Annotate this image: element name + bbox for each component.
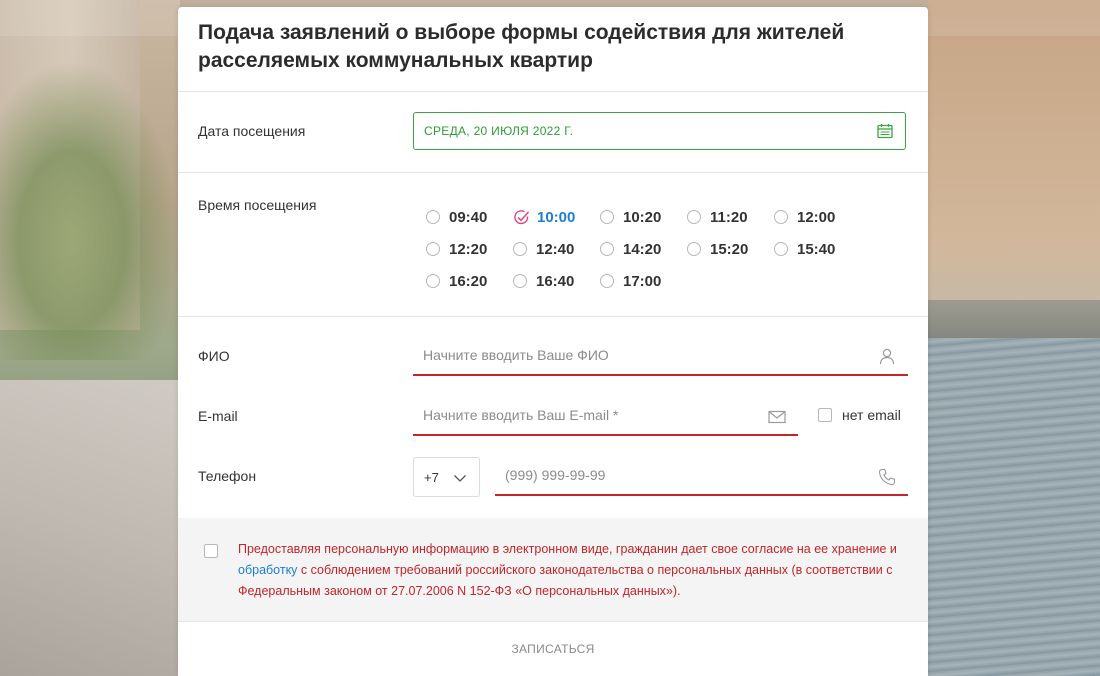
fio-input[interactable] — [413, 336, 908, 376]
time-radio[interactable] — [426, 274, 440, 288]
time-slot-label: 16:40 — [536, 272, 575, 290]
time-slot-label: 16:20 — [449, 272, 488, 290]
time-radio[interactable] — [600, 210, 614, 224]
time-slot-label: 14:20 — [623, 240, 662, 258]
time-radio[interactable] — [774, 242, 788, 256]
time-radio[interactable] — [513, 274, 527, 288]
time-radio[interactable] — [687, 242, 701, 256]
time-radio[interactable] — [600, 242, 614, 256]
consent-text-end: с соблюдением требований российского зак… — [238, 563, 893, 598]
consent-section: Предоставляя персональную информацию в э… — [178, 518, 928, 621]
time-slot[interactable]: 17:00 — [600, 271, 661, 291]
processing-link[interactable]: обработку — [238, 563, 297, 577]
phone-label: Телефон — [198, 468, 257, 484]
date-label: Дата посещения — [198, 123, 306, 139]
time-slot-label: 12:20 — [449, 240, 488, 258]
time-slot[interactable]: 10:00 — [513, 207, 575, 227]
time-slot-label: 11:20 — [710, 208, 748, 226]
no-email-checkbox[interactable] — [818, 408, 832, 422]
time-slot[interactable]: 12:40 — [513, 239, 574, 259]
time-slot[interactable]: 12:00 — [774, 207, 835, 227]
time-slot[interactable]: 15:40 — [774, 239, 835, 259]
time-radio[interactable] — [774, 210, 788, 224]
time-radio[interactable] — [426, 242, 440, 256]
calendar-icon[interactable] — [877, 123, 893, 139]
form-title: Подача заявлений о выборе формы содейств… — [198, 21, 845, 72]
user-icon — [879, 348, 895, 365]
time-slot[interactable]: 16:20 — [426, 271, 487, 291]
time-radio[interactable] — [687, 210, 701, 224]
fio-label: ФИО — [198, 348, 230, 364]
background-trees — [0, 60, 180, 360]
time-slot[interactable]: 11:20 — [687, 207, 748, 227]
time-slot[interactable]: 15:20 — [687, 239, 748, 259]
no-email-label: нет email — [842, 407, 901, 423]
time-slot[interactable]: 10:20 — [600, 207, 661, 227]
background-left-scene — [0, 0, 180, 676]
country-code-value: +7 — [424, 469, 439, 485]
time-radio[interactable] — [513, 242, 527, 256]
time-slot-label: 12:00 — [797, 208, 836, 226]
background-road — [0, 380, 180, 676]
time-slot[interactable]: 09:40 — [426, 207, 487, 227]
time-slot-label: 09:40 — [449, 208, 488, 226]
consent-text: Предоставляя персональную информацию в э… — [238, 539, 910, 602]
time-slot-label: 10:20 — [623, 208, 662, 226]
background-water — [928, 338, 1100, 676]
email-input[interactable] — [413, 396, 798, 436]
time-slot[interactable]: 14:20 — [600, 239, 661, 259]
time-slot[interactable]: 16:40 — [513, 271, 574, 291]
divider — [178, 316, 928, 317]
phone-input[interactable] — [495, 456, 908, 496]
envelope-icon — [768, 410, 786, 424]
no-email-option[interactable]: нет email — [818, 407, 901, 423]
time-slot-label: 12:40 — [536, 240, 575, 258]
divider — [178, 172, 928, 173]
time-slot-label: 17:00 — [623, 272, 662, 290]
time-slot[interactable]: 12:20 — [426, 239, 487, 259]
time-slot-label: 10:00 — [537, 208, 576, 226]
consent-text-start: Предоставляя персональную информацию в э… — [238, 542, 897, 556]
chevron-down-icon — [454, 475, 466, 482]
time-slot-label: 15:20 — [710, 240, 749, 258]
consent-checkbox[interactable] — [204, 544, 218, 558]
time-slot-label: 15:40 — [797, 240, 836, 258]
background-shore — [928, 300, 1100, 338]
background-right-scene — [928, 0, 1100, 676]
time-label: Время посещения — [198, 197, 317, 213]
time-radio[interactable] — [426, 210, 440, 224]
divider — [178, 91, 928, 92]
time-radio[interactable] — [600, 274, 614, 288]
check-circle-icon — [514, 209, 530, 224]
country-code-select[interactable]: +7 — [413, 457, 480, 497]
email-label: E-mail — [198, 408, 238, 424]
submit-button[interactable]: ЗАПИСАТЬСЯ — [178, 621, 928, 676]
phone-icon — [878, 468, 896, 486]
date-picker-field[interactable]: СРЕДА, 20 ИЮЛЯ 2022 Г. — [413, 112, 906, 150]
date-value: СРЕДА, 20 ИЮЛЯ 2022 Г. — [424, 124, 574, 138]
appointment-form-card: Подача заявлений о выборе формы содейств… — [178, 7, 928, 676]
